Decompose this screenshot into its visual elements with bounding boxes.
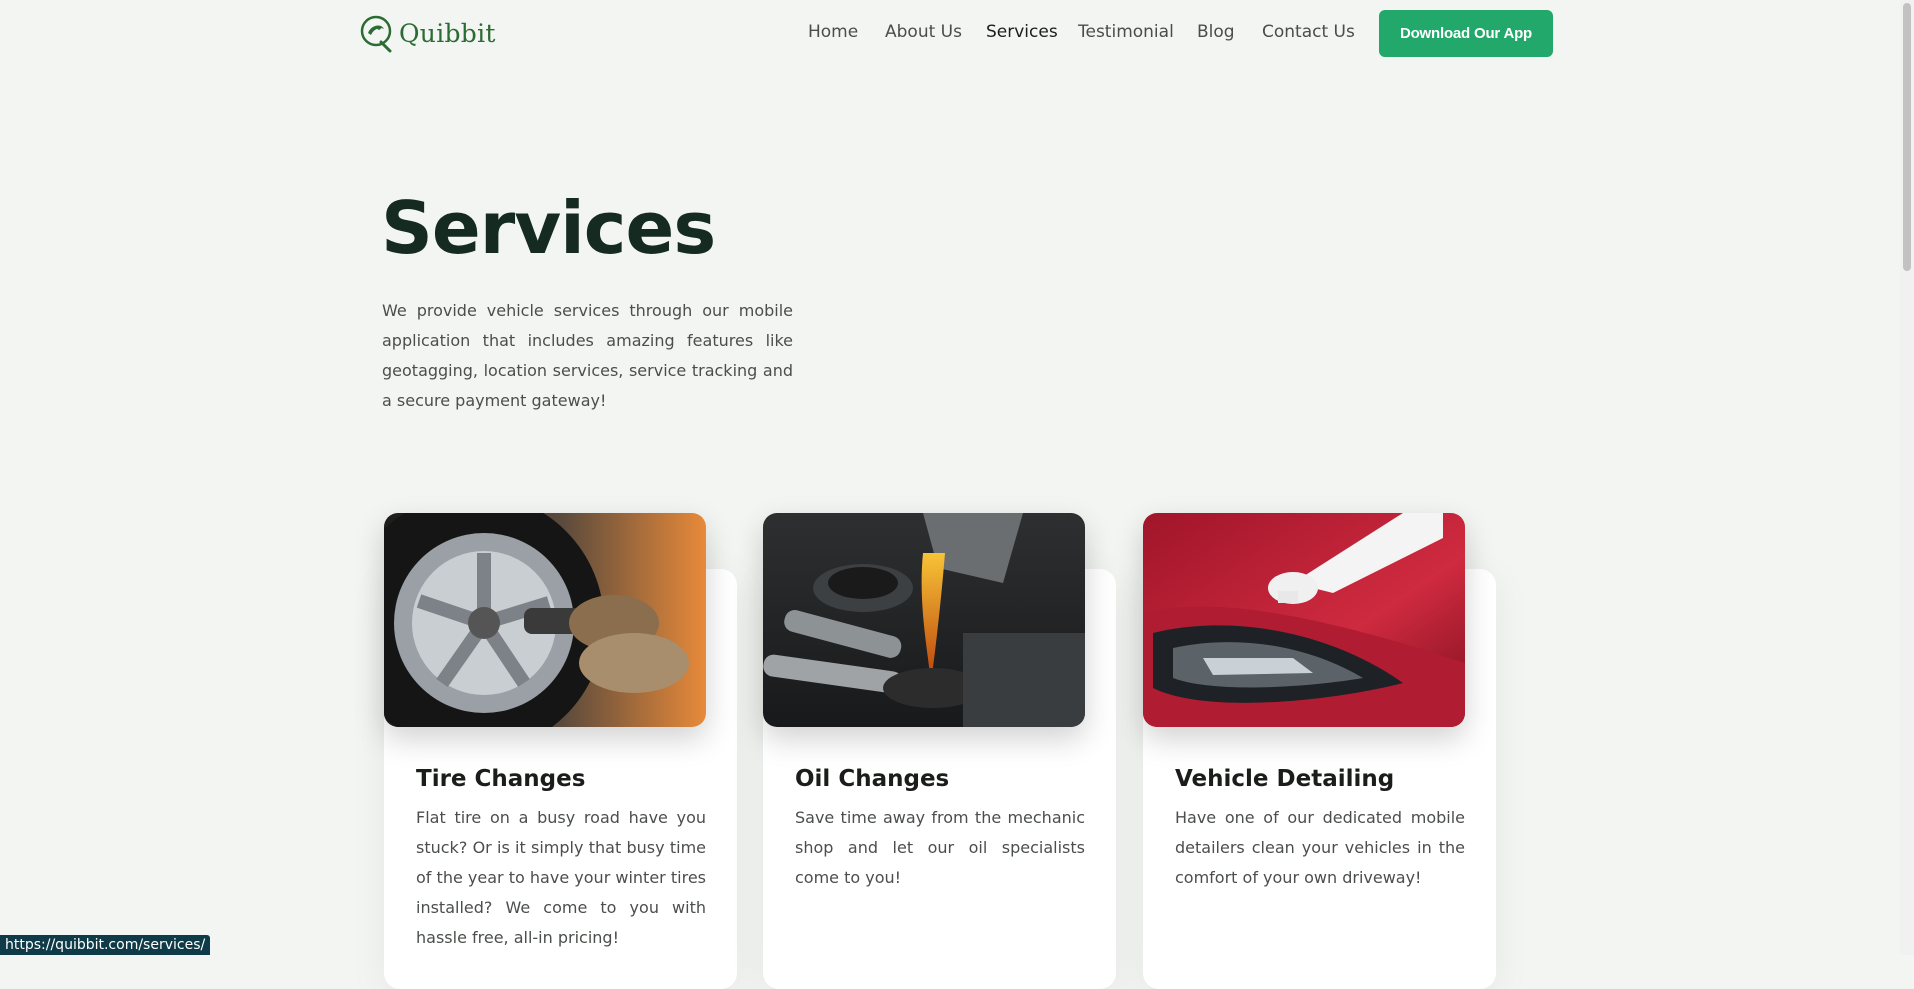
site-header: Quibbit Home About Us Services Testimoni…: [0, 0, 1914, 68]
tire-change-image: [384, 513, 706, 727]
nav-services[interactable]: Services: [986, 22, 1058, 42]
page-scrollbar[interactable]: [1900, 0, 1914, 955]
card-title: Tire Changes: [416, 766, 586, 792]
card-title: Vehicle Detailing: [1175, 766, 1395, 792]
nav-testimonial[interactable]: Testimonial: [1078, 22, 1174, 42]
nav-about-us[interactable]: About Us: [885, 22, 962, 42]
nav-contact-us[interactable]: Contact Us: [1262, 22, 1355, 42]
scrollbar-thumb[interactable]: [1903, 3, 1911, 271]
vehicle-detailing-image: [1143, 513, 1465, 727]
nav-home[interactable]: Home: [808, 22, 858, 42]
card-title: Oil Changes: [795, 766, 950, 792]
oil-change-image: [763, 513, 1085, 727]
quibbit-logo[interactable]: Quibbit: [359, 13, 496, 53]
download-app-button[interactable]: Download Our App: [1379, 10, 1553, 57]
nav-blog[interactable]: Blog: [1197, 22, 1235, 42]
status-bar-url: https://quibbit.com/services/: [0, 935, 211, 955]
brand-name: Quibbit: [399, 18, 496, 48]
card-description: Have one of our dedicated mobile detaile…: [1175, 808, 1465, 887]
page-intro: We provide vehicle services through our …: [382, 301, 793, 410]
page-title: Services: [381, 186, 716, 270]
card-description: Flat tire on a busy road have you stuck?…: [416, 808, 706, 947]
quibbit-logo-icon: [360, 15, 392, 53]
card-description: Save time away from the mechanic shop an…: [795, 808, 1085, 887]
